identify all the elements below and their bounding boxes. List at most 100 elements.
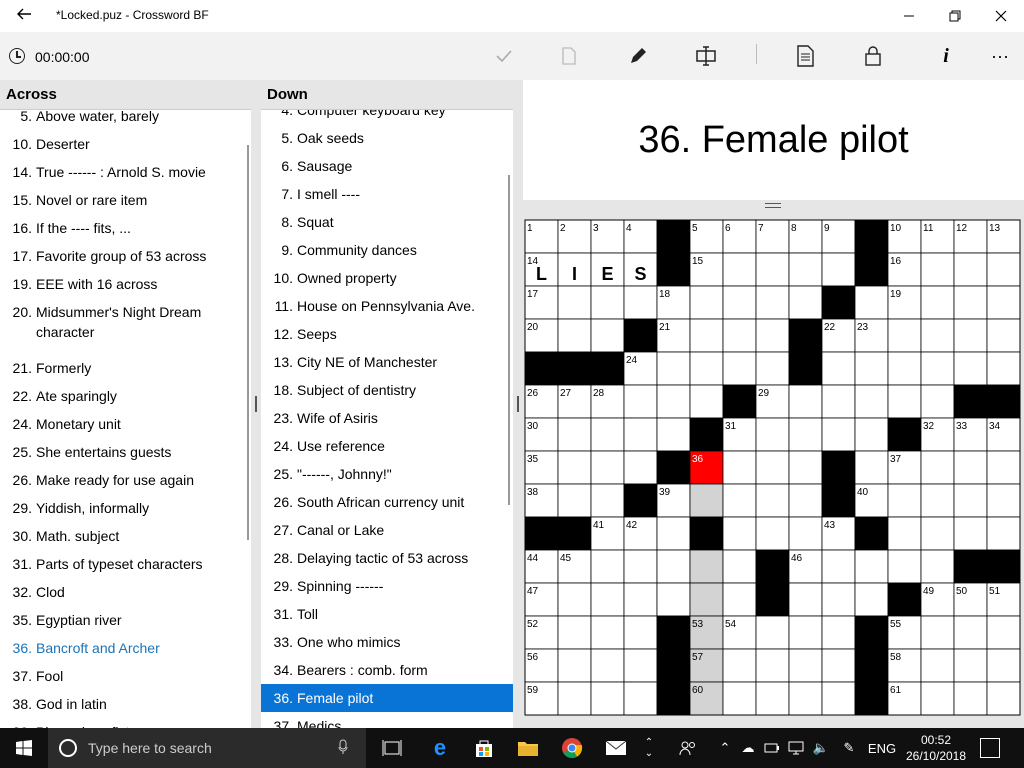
grid-cell[interactable] [821, 681, 856, 716]
grid-cell[interactable] [953, 483, 988, 518]
grid-cell[interactable] [656, 582, 691, 617]
grid-cell[interactable] [953, 351, 988, 386]
grid-cell[interactable] [821, 384, 856, 419]
grid-cell[interactable] [689, 285, 724, 320]
pen-icon[interactable]: ✎ [838, 728, 860, 768]
grid-cell[interactable] [953, 615, 988, 650]
minimize-button[interactable] [886, 0, 932, 32]
grid-cell[interactable] [755, 318, 790, 353]
grid-cell[interactable] [821, 252, 856, 287]
grid-cell[interactable] [623, 549, 658, 584]
grid-cell[interactable] [986, 450, 1021, 485]
edge-icon[interactable]: e [420, 732, 460, 764]
grid-cell[interactable] [722, 351, 757, 386]
across-clue-item[interactable]: 32. Clod [0, 578, 251, 606]
across-clue-item[interactable]: 17. Favorite group of 53 across [0, 242, 251, 270]
across-clue-item[interactable]: 14. True ------ : Arnold S. movie [0, 158, 251, 186]
down-clue-item[interactable]: 9. Community dances [261, 236, 513, 264]
grid-cell[interactable] [953, 648, 988, 683]
grid-cell[interactable] [887, 384, 922, 419]
across-clue-item[interactable]: 26. Make ready for use again [0, 466, 251, 494]
grid-cell[interactable] [590, 615, 625, 650]
volume-icon[interactable]: 🔈 [810, 728, 832, 768]
grid-cell[interactable] [689, 351, 724, 386]
grid-cell[interactable] [656, 417, 691, 452]
grid-cell[interactable] [788, 450, 823, 485]
across-clue-item[interactable]: 21. Formerly [0, 354, 251, 382]
grid-cell[interactable] [986, 483, 1021, 518]
across-clue-item[interactable]: 37. Fool [0, 662, 251, 690]
grid-cell[interactable] [689, 384, 724, 419]
grid-cell[interactable] [755, 483, 790, 518]
grid-cell[interactable] [986, 648, 1021, 683]
grid-cell-highlighted[interactable] [689, 549, 724, 584]
across-clue-item[interactable]: 36. Bancroft and Archer [0, 634, 251, 662]
more-icon[interactable]: ··· [984, 40, 1016, 72]
people-icon[interactable] [676, 728, 700, 768]
grid-cell[interactable] [953, 516, 988, 551]
grid-cell-highlighted[interactable] [689, 582, 724, 617]
grid-cell[interactable] [557, 483, 592, 518]
down-clue-item[interactable]: 11. House on Pennsylvania Ave. [261, 292, 513, 320]
grid-cell[interactable] [920, 483, 955, 518]
across-clue-list[interactable]: 5. Above water, barely 10. Deserter 14. True … [0, 110, 251, 728]
grid-cell[interactable] [755, 351, 790, 386]
windows-start-icon[interactable] [0, 728, 48, 768]
grid-cell[interactable] [854, 384, 889, 419]
across-clue-item[interactable]: 31. Parts of typeset characters [0, 550, 251, 578]
down-clue-item[interactable]: 5. Oak seeds [261, 124, 513, 152]
grid-cell[interactable] [590, 483, 625, 518]
maximize-button[interactable] [932, 0, 978, 32]
across-clue-item[interactable]: 30. Math. subject [0, 522, 251, 550]
grid-cell[interactable] [557, 318, 592, 353]
grid-cell[interactable] [722, 582, 757, 617]
lock-icon[interactable] [857, 40, 889, 72]
grid-cell[interactable] [722, 285, 757, 320]
grid-cell[interactable] [590, 549, 625, 584]
crossword-grid[interactable]: 1 2 3 4 5 6 7 8 9 10 11 12 1314 15 1617 18 1920 21 22 2324 2… [523, 212, 1024, 728]
grid-cell-highlighted[interactable] [689, 483, 724, 518]
grid-cell[interactable] [920, 648, 955, 683]
grid-cell[interactable] [920, 681, 955, 716]
grid-cell[interactable] [590, 582, 625, 617]
grid-cell[interactable] [788, 285, 823, 320]
grid-cell[interactable] [722, 648, 757, 683]
grid-cell[interactable] [722, 549, 757, 584]
across-clue-item[interactable]: 24. Monetary unit [0, 410, 251, 438]
grid-cell[interactable] [755, 285, 790, 320]
grid-cell[interactable] [953, 681, 988, 716]
action-center-icon[interactable] [980, 738, 1000, 758]
grid-cell[interactable] [755, 516, 790, 551]
down-clue-item[interactable]: 25. "------, Johnny!" [261, 460, 513, 488]
grid-cell[interactable] [986, 351, 1021, 386]
grid-cell[interactable] [788, 681, 823, 716]
check-icon[interactable] [488, 40, 520, 72]
across-clue-item[interactable]: 22. Ate sparingly [0, 382, 251, 410]
taskbar-scroll-icon[interactable]: ⌃ ⌄ [640, 728, 658, 768]
down-clue-item[interactable]: 28. Delaying tactic of 53 across [261, 544, 513, 572]
grid-cell[interactable] [656, 351, 691, 386]
grid-cell[interactable] [590, 681, 625, 716]
grid-cell[interactable] [920, 615, 955, 650]
taskbar-clock[interactable]: 00:52 26/10/2018 [898, 732, 974, 764]
down-clue-item[interactable]: 18. Subject of dentistry [261, 376, 513, 404]
grid-cell[interactable] [623, 648, 658, 683]
file-explorer-icon[interactable] [508, 732, 548, 764]
grid-cell[interactable] [854, 417, 889, 452]
across-clue-item[interactable]: 39.Pizza place fixtures [0, 718, 251, 728]
grid-cell[interactable] [590, 285, 625, 320]
grid-cell[interactable] [986, 615, 1021, 650]
down-clue-item[interactable]: 12. Seeps [261, 320, 513, 348]
across-clue-item[interactable]: 15. Novel or rare item [0, 186, 251, 214]
grid-cell[interactable] [689, 318, 724, 353]
across-clue-item[interactable]: 38. God in latin [0, 690, 251, 718]
language-indicator[interactable]: ENG [866, 728, 898, 768]
network-icon[interactable] [786, 728, 806, 768]
grid-cell[interactable] [788, 648, 823, 683]
grid-cell[interactable] [821, 351, 856, 386]
clue-grid-splitter[interactable] [523, 200, 1024, 212]
grid-cell[interactable] [623, 681, 658, 716]
grid-cell[interactable] [920, 450, 955, 485]
grid-cell[interactable] [623, 450, 658, 485]
grid-cell[interactable] [854, 285, 889, 320]
